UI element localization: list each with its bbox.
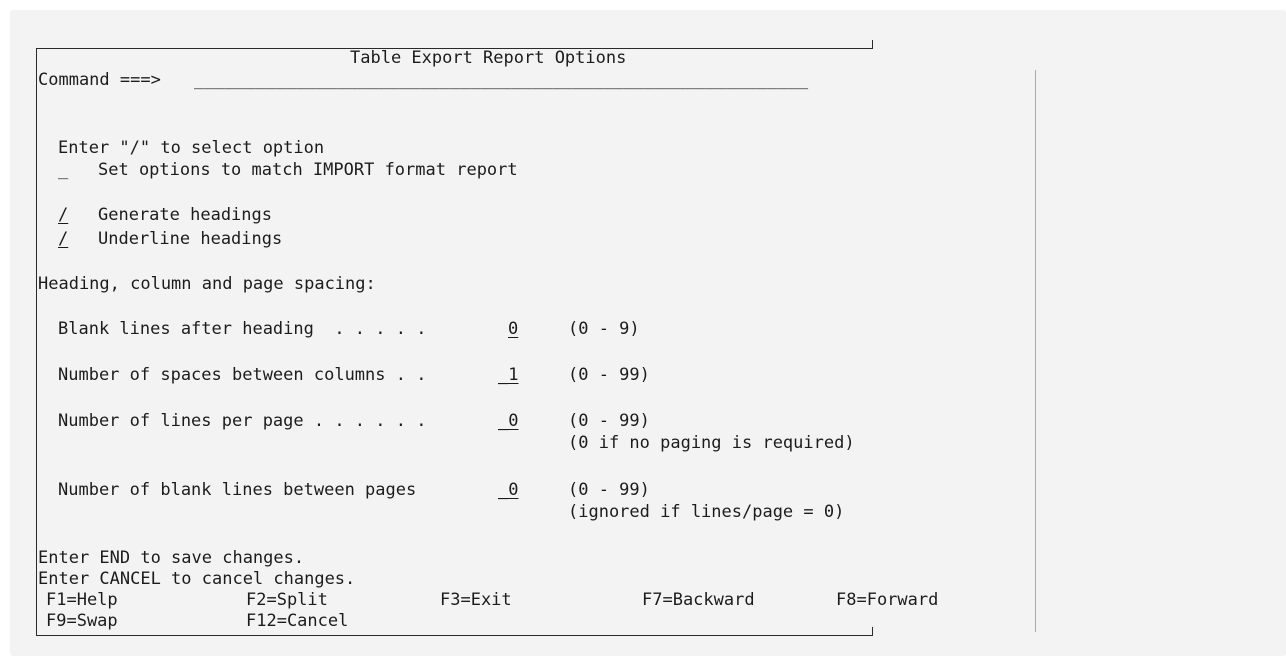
blank-lines-between-pages-input[interactable]: _0 <box>498 480 518 500</box>
panel-corner-top-right <box>872 40 873 49</box>
blank-lines-after-heading-range: (0 - 9) <box>568 319 640 339</box>
lines-per-page-label: Number of lines per page . . . . . . <box>58 411 437 431</box>
blank-lines-between-pages-label: Number of blank lines between pages <box>58 480 437 500</box>
lines-per-page-note: (0 if no paging is required) <box>568 433 855 453</box>
panel-corner-bottom-right <box>872 627 873 636</box>
option-import-format-label: Set options to match IMPORT format repor… <box>98 160 518 180</box>
f3-exit-key[interactable]: F3=Exit <box>440 590 512 610</box>
cancel-message: Enter CANCEL to cancel changes. <box>38 569 356 589</box>
f2-split-key[interactable]: F2=Split <box>246 590 328 610</box>
option-generate-headings-label: Generate headings <box>98 205 272 225</box>
blank-lines-after-heading-label: Blank lines after heading . . . . . <box>58 319 437 339</box>
lines-per-page-range: (0 - 99) <box>568 411 650 431</box>
f8-forward-key[interactable]: F8=Forward <box>836 590 938 610</box>
panel-border-left <box>36 48 37 636</box>
end-message: Enter END to save changes. <box>38 548 305 568</box>
blank-lines-between-pages-note: (ignored if lines/page = 0) <box>568 502 845 522</box>
f1-help-key[interactable]: F1=Help <box>46 590 118 610</box>
command-label: Command ===> <box>38 70 161 90</box>
f9-swap-key[interactable]: F9=Swap <box>46 611 118 631</box>
option-underline-headings-checkbox[interactable]: / <box>58 229 68 249</box>
spaces-between-columns-label: Number of spaces between columns . . <box>58 365 437 385</box>
option-generate-headings-checkbox[interactable]: / <box>58 205 68 225</box>
f7-backward-key[interactable]: F7=Backward <box>642 590 755 610</box>
lines-per-page-input[interactable]: _0 <box>498 411 518 431</box>
spaces-between-columns-range: (0 - 99) <box>568 365 650 385</box>
option-import-format-checkbox[interactable]: _ <box>58 160 68 180</box>
f12-cancel-key[interactable]: F12=Cancel <box>246 611 348 631</box>
panel-border-bottom <box>36 635 873 636</box>
spaces-between-columns-input[interactable]: _1 <box>498 365 518 385</box>
page-title: Table Export Report Options <box>350 48 627 68</box>
options-instruction: Enter "/" to select option <box>58 138 325 158</box>
command-input[interactable]: ________________________________________… <box>194 70 808 90</box>
blank-lines-between-pages-range: (0 - 99) <box>568 480 650 500</box>
spacing-heading: Heading, column and page spacing: <box>38 274 376 294</box>
panel-border-right <box>1035 70 1036 632</box>
blank-lines-after-heading-input[interactable]: 0 <box>508 319 518 339</box>
option-underline-headings-label: Underline headings <box>98 229 283 249</box>
